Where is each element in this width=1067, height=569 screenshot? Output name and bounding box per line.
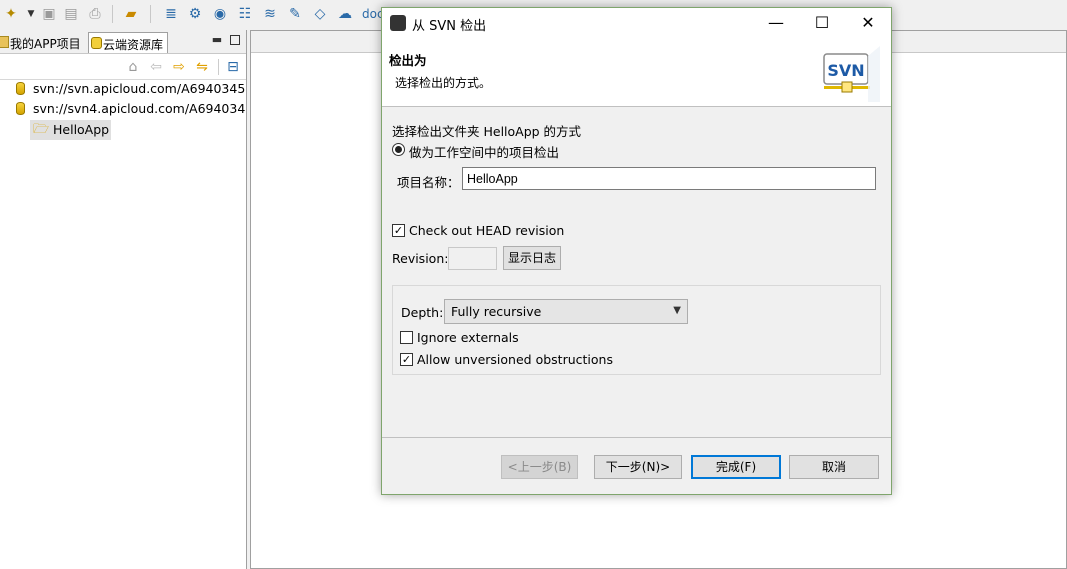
- radio-button[interactable]: [392, 143, 405, 156]
- view-toolbar-separator: [218, 59, 219, 75]
- checkbox-unchecked[interactable]: [400, 331, 413, 344]
- revision-input[interactable]: [448, 247, 497, 270]
- dialog-titlebar: 从 SVN 检出 — ☐ ✕: [382, 8, 891, 38]
- panel-tabbar: 我的APP项目 云端资源库 ▬: [0, 30, 246, 54]
- view-toolbar: ⌂ ⇦ ⇨ ⇋ ⊟: [0, 54, 246, 80]
- depth-select-value: Fully recursive: [451, 304, 542, 319]
- cancel-button[interactable]: 取消: [789, 455, 879, 479]
- maximize-view-icon[interactable]: [230, 35, 240, 45]
- repository-icon: [16, 102, 25, 115]
- dialog-title: 从 SVN 检出: [412, 19, 487, 34]
- checkbox-checked[interactable]: ✓: [400, 353, 413, 366]
- document-icon[interactable]: ≣: [162, 5, 180, 23]
- maximize-window-button[interactable]: ☐: [799, 8, 845, 38]
- print-icon[interactable]: ⎙: [86, 5, 104, 23]
- tree-item-repo-2[interactable]: svn://svn4.apicloud.com/A6940345312: [14, 99, 246, 119]
- tab-my-app-projects[interactable]: 我的APP项目: [0, 32, 85, 53]
- revision-label: Revision:: [392, 251, 449, 266]
- checkbox-label: Allow unversioned obstructions: [417, 352, 613, 367]
- eye-icon[interactable]: ◉: [211, 5, 229, 23]
- svn-logo-icon: SVN: [823, 46, 880, 102]
- banner-description: 选择检出的方式。: [395, 76, 492, 90]
- checkbox-label: Check out HEAD revision: [409, 223, 565, 238]
- tab-label: 云端资源库: [103, 38, 164, 52]
- forward-arrow-icon[interactable]: ⇨: [171, 59, 187, 75]
- package-icon[interactable]: ▰: [122, 5, 140, 23]
- tab-cloud-repository[interactable]: 云端资源库: [88, 32, 169, 53]
- tree-item-label: svn://svn.apicloud.com/A6940345234: [33, 81, 246, 96]
- folder-icon: [0, 36, 9, 48]
- pen-icon[interactable]: ✎: [286, 5, 304, 23]
- project-name-label: 项目名称：: [397, 175, 460, 190]
- wifi-icon[interactable]: ≋: [261, 5, 279, 23]
- toolbar-separator: [112, 5, 113, 23]
- sitemap-icon[interactable]: ☷: [236, 5, 254, 23]
- minimize-view-icon[interactable]: ▬: [211, 34, 223, 46]
- checkout-as-project-radio[interactable]: 做为工作空间中的项目检出: [392, 142, 652, 160]
- tree-item-label: HelloApp: [53, 122, 110, 137]
- show-log-button[interactable]: 显示日志: [503, 246, 561, 270]
- tab-label: 我的APP项目: [10, 37, 81, 51]
- depth-label: Depth:: [401, 305, 444, 320]
- close-window-button[interactable]: ✕: [845, 8, 891, 38]
- svn-checkout-dialog: 从 SVN 检出 — ☐ ✕ 检出为 选择检出的方式。 SVN 选择检出文件夹 …: [381, 7, 892, 495]
- new-file-icon[interactable]: ✦: [2, 5, 20, 23]
- depth-options-group: Depth: Fully recursive ▼ Ignore external…: [392, 285, 881, 375]
- repository-icon: [91, 37, 102, 49]
- allow-unversioned-checkbox[interactable]: ✓ Allow unversioned obstructions: [400, 352, 660, 370]
- repository-icon: [16, 82, 25, 95]
- app-icon: [390, 15, 406, 31]
- minimize-window-button[interactable]: —: [753, 8, 799, 38]
- next-button[interactable]: 下一步(N)>: [594, 455, 682, 479]
- dialog-content: 选择检出文件夹 HelloApp 的方式 做为工作空间中的项目检出 项目名称： …: [382, 108, 891, 438]
- footer-separator: [382, 437, 891, 438]
- save-icon[interactable]: ▣: [40, 5, 58, 23]
- cube-icon[interactable]: ◇: [311, 5, 329, 23]
- collapse-all-icon[interactable]: ⊟: [225, 59, 241, 75]
- toolbar-separator: [150, 5, 151, 23]
- radio-label: 做为工作空间中的项目检出: [409, 145, 560, 160]
- tree-item-helloapp[interactable]: 🗁 HelloApp: [30, 120, 111, 140]
- finish-button[interactable]: 完成(F): [691, 455, 781, 479]
- ignore-externals-checkbox[interactable]: Ignore externals: [400, 330, 600, 348]
- chevron-down-icon: ▼: [673, 305, 681, 316]
- checkbox-checked[interactable]: ✓: [392, 224, 405, 237]
- depth-select[interactable]: Fully recursive ▼: [444, 299, 688, 324]
- settings-gear-icon[interactable]: ⚙: [186, 5, 204, 23]
- open-folder-icon: 🗁: [33, 122, 50, 137]
- save-all-icon[interactable]: ▤: [62, 5, 80, 23]
- project-name-input[interactable]: [462, 167, 876, 190]
- tree-item-label: svn://svn4.apicloud.com/A6940345312: [33, 101, 246, 116]
- sync-icon[interactable]: ⇋: [194, 59, 210, 75]
- cloud-icon[interactable]: ☁: [336, 5, 354, 23]
- back-arrow-icon[interactable]: ⇦: [148, 59, 164, 75]
- dialog-banner: 检出为 选择检出的方式。 SVN: [382, 38, 891, 107]
- checkbox-label: Ignore externals: [417, 330, 519, 345]
- back-button[interactable]: <上一步(B): [501, 455, 578, 479]
- checkout-head-checkbox[interactable]: ✓ Check out HEAD revision: [392, 223, 592, 241]
- svn-logo-text: SVN: [827, 61, 864, 80]
- checkout-method-label: 选择检出文件夹 HelloApp 的方式: [392, 124, 582, 139]
- home-icon[interactable]: ⌂: [125, 59, 141, 75]
- left-panel: 我的APP项目 云端资源库 ▬ ⌂ ⇦ ⇨ ⇋ ⊟ svn://svn.apic…: [0, 30, 247, 569]
- tree-item-repo-1[interactable]: svn://svn.apicloud.com/A6940345234: [14, 79, 246, 99]
- banner-title: 检出为: [389, 53, 427, 68]
- new-dropdown-icon[interactable]: ▼: [22, 5, 40, 23]
